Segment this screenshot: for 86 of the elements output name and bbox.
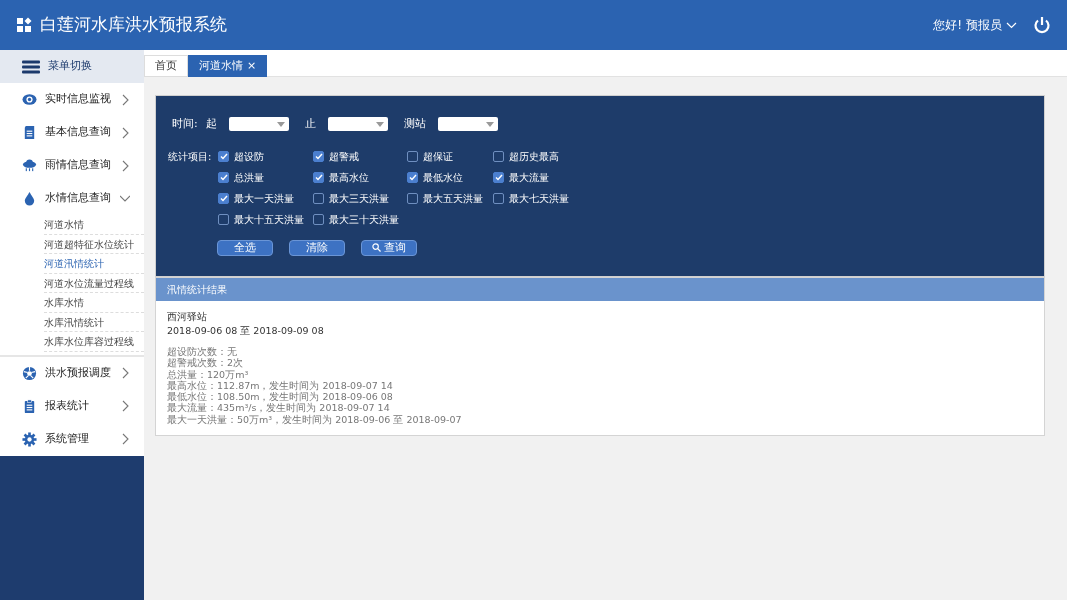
dropdown-field[interactable] [327,117,388,132]
end-label: 止 [304,116,316,132]
checkmark-icon [219,174,228,181]
submenu-item[interactable]: 河道水位流量过程线 [44,273,144,293]
start-label: 起 [205,116,217,132]
checkbox-label[interactable]: 最大七天洪量 [509,191,569,206]
checkbox-label[interactable]: 最大三十天洪量 [329,212,399,227]
checkmark-icon [314,174,323,181]
checkbox-label[interactable]: 总洪量 [234,170,264,185]
submenu-item[interactable]: 水库汛情统计 [44,312,144,332]
checkmark-icon [494,174,503,181]
checkbox[interactable] [407,193,418,204]
checkbox-label[interactable]: 最高水位 [329,170,369,185]
result-line: 最高水位：112.87m，发生时间为 2018-09-07 14 [167,379,394,392]
checkbox[interactable] [313,151,324,162]
result-line: 超设防次数：无 [167,346,238,358]
action-button[interactable]: 清除 [289,239,345,256]
caret-icon [276,121,285,127]
checkmark-icon [219,153,228,160]
checkmark-icon [314,153,323,160]
station-name: 西河驿站 [167,309,208,324]
station-label: 测站 [403,116,426,132]
checkbox-label[interactable]: 最大三天洪量 [329,191,389,206]
checkbox[interactable] [493,193,504,204]
checkbox-label[interactable]: 超设防 [234,149,264,164]
checkbox-label[interactable]: 超警戒 [329,149,359,164]
checkbox-label[interactable]: 超历史最高 [509,149,559,164]
checkmark-icon [408,174,417,181]
user-menu[interactable]: 预报员 [966,16,1017,34]
result-line: 超警戒次数：2次 [167,357,245,369]
search-button[interactable]: 查询 [361,239,417,256]
checkbox-label[interactable]: 最大十五天洪量 [234,212,304,227]
checkbox-label[interactable]: 最大流量 [509,170,549,185]
water-drop-icon [22,191,37,206]
clipboard-icon [22,398,37,414]
checkbox[interactable] [493,151,504,162]
checkbox[interactable] [218,151,229,162]
action-button[interactable]: 全选 [217,239,273,256]
chevron-down-icon [1006,21,1017,29]
submenu-item[interactable]: 河道水情 [44,215,144,235]
caret-icon [375,121,384,127]
gear-icon [22,431,37,447]
search-icon [372,243,381,252]
checkbox[interactable] [218,214,229,225]
items-label: 统计项目: [168,149,213,164]
submenu-item[interactable]: 水库水位库容过程线 [44,332,144,352]
dropdown-field[interactable] [437,117,498,132]
checkbox-label[interactable]: 最大五天洪量 [423,191,483,206]
tab[interactable]: 首页 [144,55,188,77]
period-text: 2018-09-06 08 至 2018-09-09 08 [167,323,325,338]
checkbox-label[interactable]: 超保证 [423,149,453,164]
checkbox[interactable] [313,214,324,225]
result-line: 总洪量：120万m³ [167,368,250,380]
checkbox-label[interactable]: 最大一天洪量 [234,191,294,206]
checkbox[interactable] [407,151,418,162]
submenu-item[interactable]: 河道汛情统计 [44,254,144,274]
menu-icon [22,59,40,74]
document-icon [22,125,37,140]
power-icon [1033,16,1051,34]
eye-icon [22,92,37,107]
close-icon[interactable]: × [247,57,257,75]
greeting-text: 您好! [933,17,962,34]
app-logo-icon [16,17,32,33]
power-button[interactable] [1033,16,1051,34]
rain-cloud-icon [22,158,37,173]
checkmark-icon [219,195,228,202]
tab[interactable]: 河道水情 × [188,55,268,77]
app-title: 白莲河水库洪水预报系统 [40,13,227,37]
submenu-item[interactable]: 水库水情 [44,293,144,313]
result-line: 最大流量：435m³/s，发生时间为 2018-09-07 14 [167,402,391,414]
menu-toggle[interactable]: 菜单切换 [0,50,144,83]
checkbox-label[interactable]: 最低水位 [423,170,463,185]
checkbox[interactable] [218,193,229,204]
checkbox[interactable] [313,193,324,204]
checkbox[interactable] [313,172,324,183]
results-header: 汛情统计结果 [156,277,1044,301]
submenu-item[interactable]: 河道超特征水位统计 [44,234,144,254]
checkbox[interactable] [407,172,418,183]
checkbox[interactable] [493,172,504,183]
result-line: 最低水位：108.50m，发生时间为 2018-09-06 08 [167,391,394,403]
aperture-icon [22,365,37,381]
checkbox[interactable] [218,172,229,183]
result-line: 最大一天洪量：50万m³，发生时间为 2018-09-06 至 2018-09-07 [167,413,463,426]
dropdown-field[interactable] [228,117,289,132]
time-label: 时间: [172,116,198,132]
caret-icon [485,121,494,127]
